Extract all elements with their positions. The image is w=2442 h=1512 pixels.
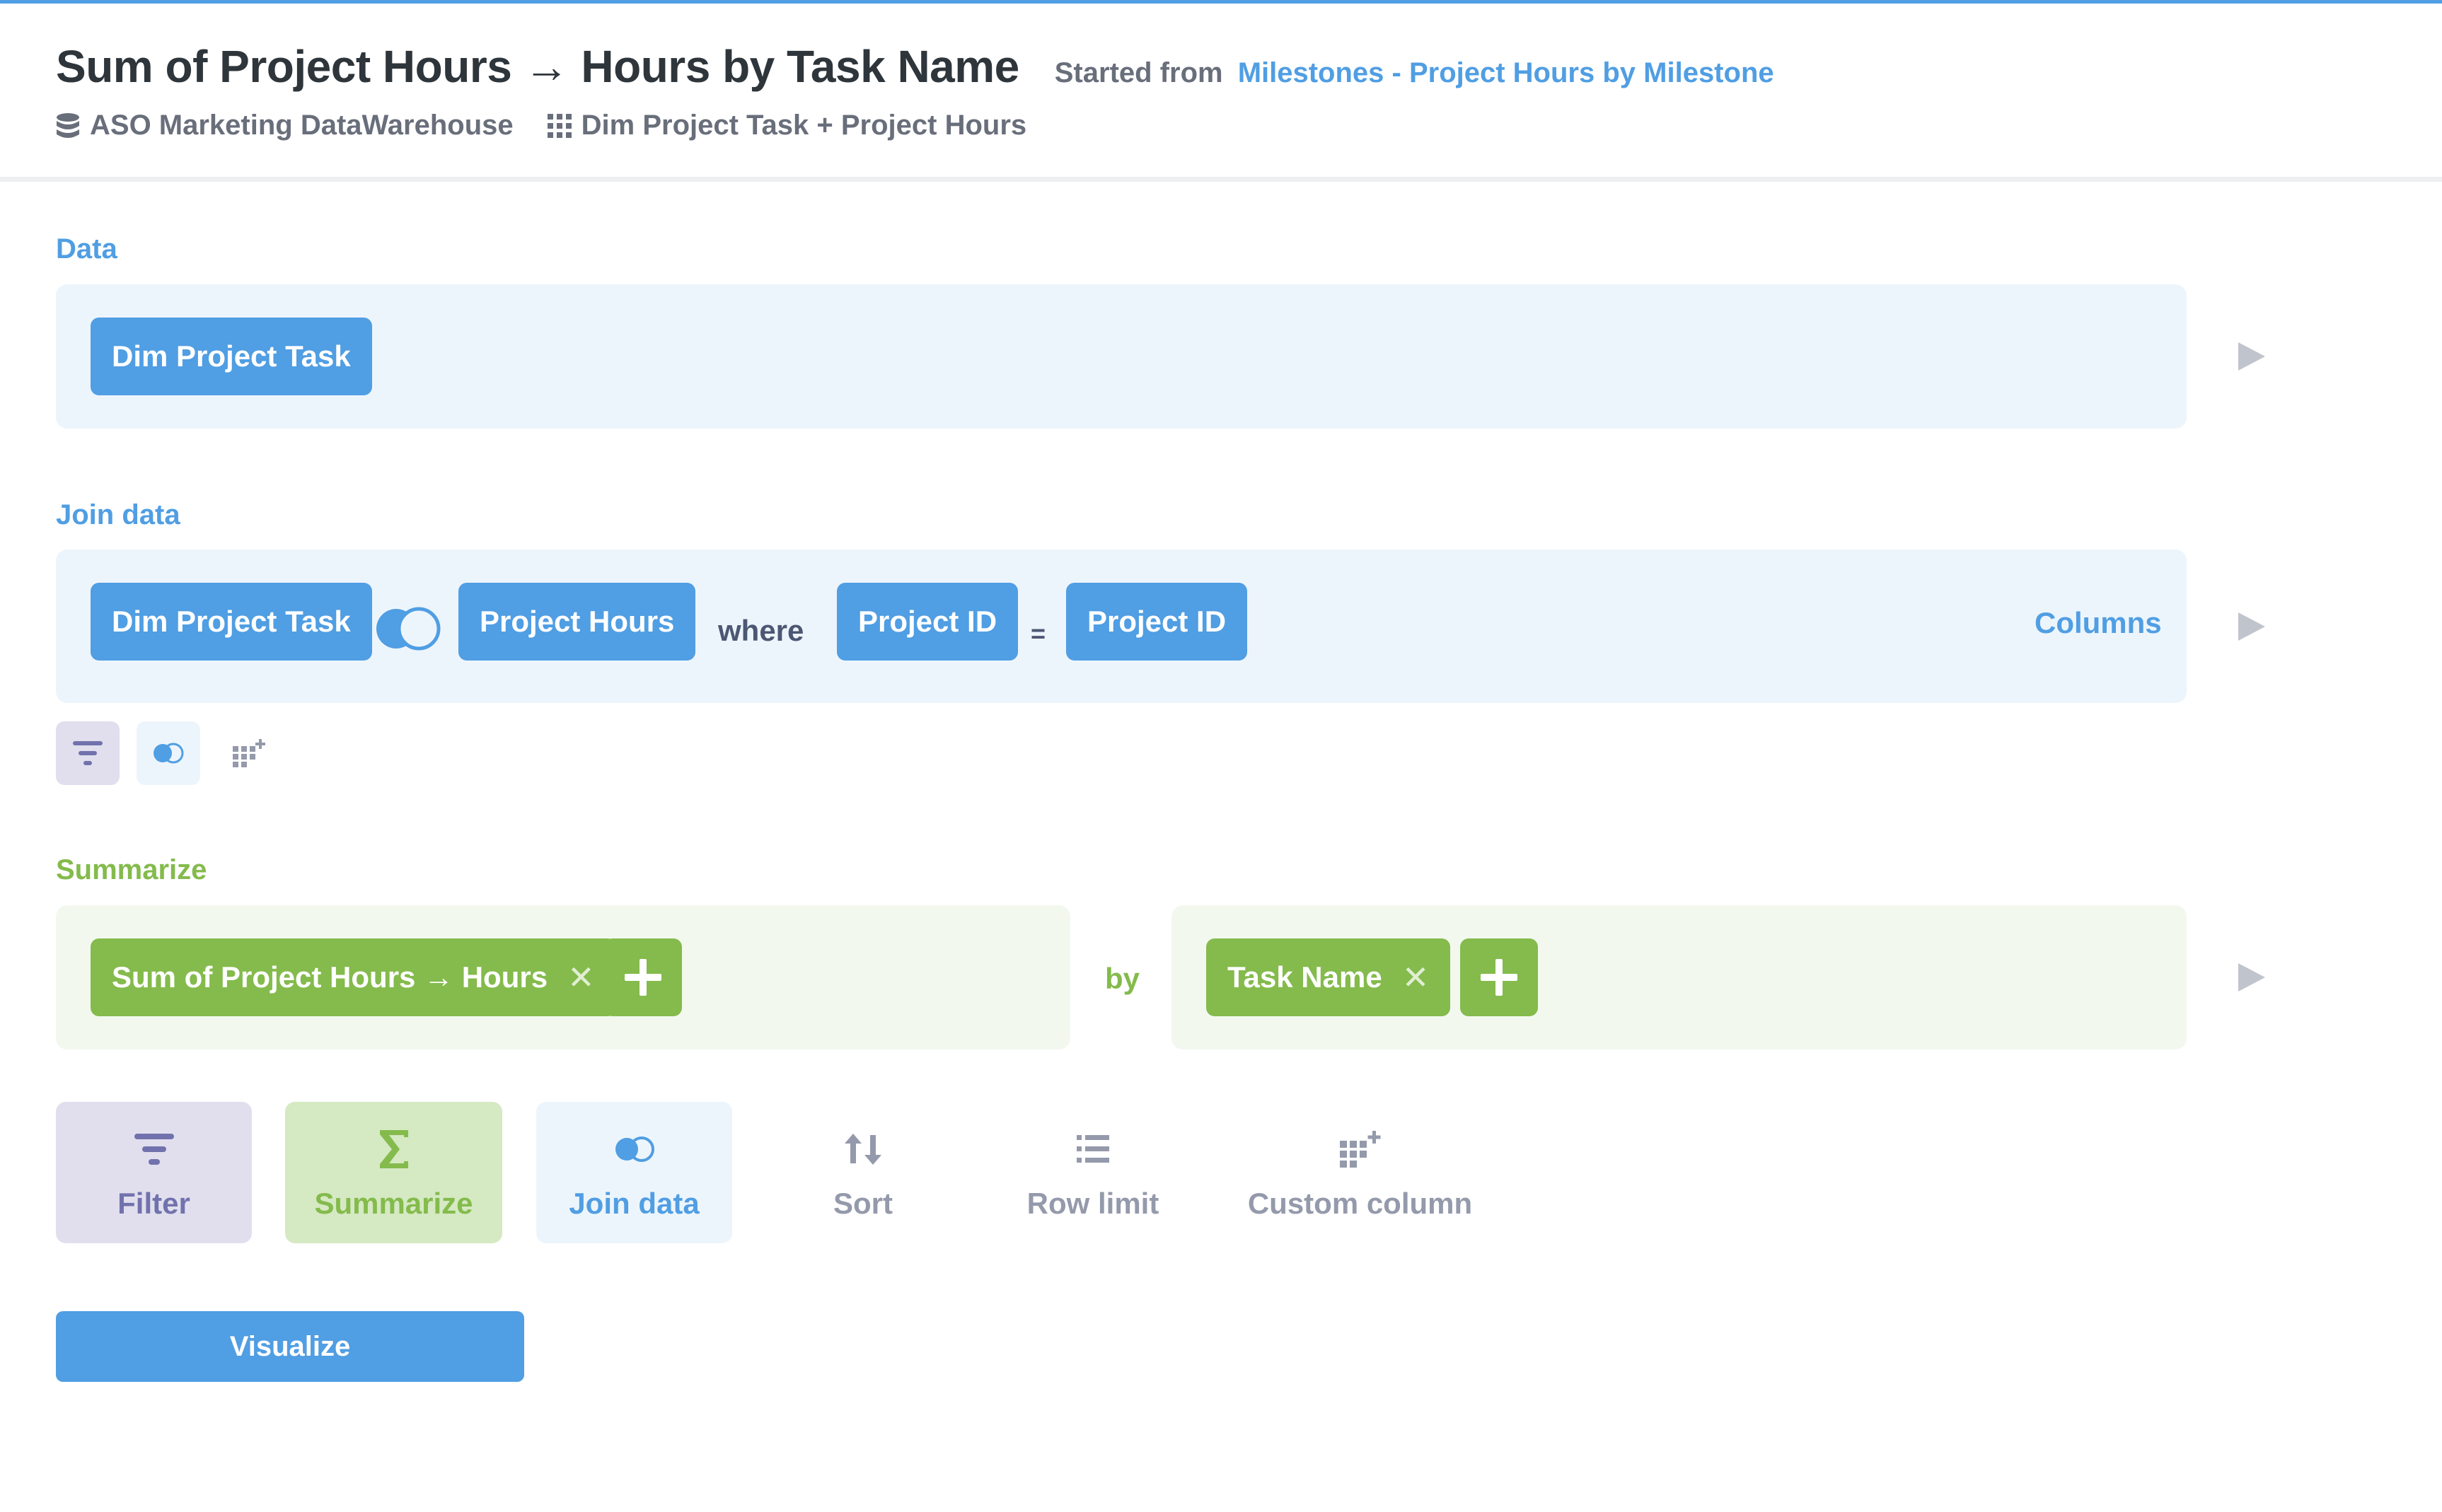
join-type-icon[interactable] — [373, 605, 444, 652]
started-from-prefix: Started from — [1054, 57, 1223, 88]
plus-icon — [1481, 959, 1517, 996]
mini-custom-column-button[interactable] — [217, 721, 281, 785]
table-grid-icon — [547, 113, 572, 138]
summarize-step-label: Summarize — [56, 854, 207, 885]
breakout-label: Task Name — [1227, 960, 1382, 994]
database-breadcrumb[interactable]: ASO Marketing DataWarehouse — [56, 110, 514, 141]
data-step-label: Data — [56, 233, 117, 264]
join-action-label: Join data — [569, 1187, 700, 1220]
row-limit-action-label: Row limit — [1026, 1187, 1159, 1220]
source-breadcrumb: ASO Marketing DataWarehouse Dim Project … — [56, 110, 1060, 141]
remove-breakout-icon[interactable]: ✕ — [1402, 958, 1430, 996]
summarize-metrics-box: Sum of Project Hours → Hours ✕ — [56, 905, 1070, 1049]
data-step-preview-button[interactable] — [2238, 342, 2265, 371]
data-step-box: Dim Project Task — [56, 284, 2187, 429]
database-icon — [57, 112, 79, 138]
metric-label: Sum of Project Hours → Hours — [112, 960, 548, 994]
summarize-action-button[interactable]: Summarize — [285, 1102, 502, 1243]
add-metric-button[interactable] — [604, 938, 682, 1016]
custom-column-action-label: Custom column — [1247, 1187, 1473, 1220]
header-divider — [0, 177, 2442, 182]
add-breakout-button[interactable] — [1460, 938, 1538, 1016]
row-limit-action-button[interactable]: Row limit — [1005, 1102, 1181, 1243]
summarize-breakout-box: Task Name ✕ — [1171, 905, 2187, 1049]
summarize-step-preview-button[interactable] — [2238, 963, 2265, 991]
join-icon — [154, 743, 184, 764]
table-breadcrumb[interactable]: Dim Project Task + Project Hours — [547, 110, 1027, 141]
join-right-table-pill[interactable]: Project Hours — [458, 583, 696, 661]
sort-action-label: Sort — [833, 1187, 893, 1220]
add-column-icon — [233, 739, 265, 767]
title-row: Sum of Project Hours → Hours by Task Nam… — [56, 40, 1774, 93]
question-title[interactable]: Sum of Project Hours → Hours by Task Nam… — [56, 40, 1019, 93]
summarize-by-label: by — [1105, 962, 1140, 995]
visualize-button[interactable]: Visualize — [56, 1311, 524, 1382]
started-from-link[interactable]: Milestones - Project Hours by Milestone — [1238, 57, 1774, 88]
list-icon — [1077, 1135, 1109, 1163]
remove-metric-icon[interactable]: ✕ — [567, 958, 595, 996]
join-left-column-pill[interactable]: Project ID — [837, 583, 1019, 661]
summarize-action-label: Summarize — [314, 1187, 473, 1220]
sort-icon — [845, 1134, 881, 1165]
mini-filter-button[interactable] — [56, 721, 120, 785]
filter-action-button[interactable]: Filter — [56, 1102, 252, 1243]
question-header: Sum of Project Hours → Hours by Task Nam… — [0, 4, 2442, 179]
plus-icon — [625, 959, 661, 996]
join-operator[interactable]: = — [1031, 619, 1046, 649]
metric-pill[interactable]: Sum of Project Hours → Hours ✕ — [91, 938, 616, 1016]
join-step-box: Dim Project Task Project Hours where Pro… — [56, 549, 2187, 703]
join-step-label: Join data — [56, 499, 180, 530]
join-icon — [615, 1136, 654, 1162]
filter-action-label: Filter — [117, 1187, 190, 1220]
database-name: ASO Marketing DataWarehouse — [90, 110, 514, 141]
sort-action-button[interactable]: Sort — [785, 1102, 941, 1243]
breakout-pill[interactable]: Task Name ✕ — [1206, 938, 1451, 1016]
started-from: Started from Milestones - Project Hours … — [1055, 57, 1774, 89]
join-right-column-pill[interactable]: Project ID — [1066, 583, 1248, 661]
data-source-pill[interactable]: Dim Project Task — [91, 318, 372, 395]
join-where-label: where — [718, 614, 804, 647]
filter-icon — [134, 1134, 174, 1165]
custom-column-action-button[interactable]: Custom column — [1245, 1102, 1475, 1243]
join-left-table-pill[interactable]: Dim Project Task — [91, 583, 372, 661]
add-column-icon — [1339, 1131, 1380, 1168]
table-name: Dim Project Task + Project Hours — [581, 110, 1027, 141]
join-columns-link[interactable]: Columns — [2035, 606, 2162, 640]
mini-join-button[interactable] — [137, 721, 200, 785]
join-action-button[interactable]: Join data — [536, 1102, 732, 1243]
sigma-icon — [379, 1130, 408, 1168]
filter-icon — [73, 741, 103, 765]
join-step-preview-button[interactable] — [2238, 612, 2265, 641]
